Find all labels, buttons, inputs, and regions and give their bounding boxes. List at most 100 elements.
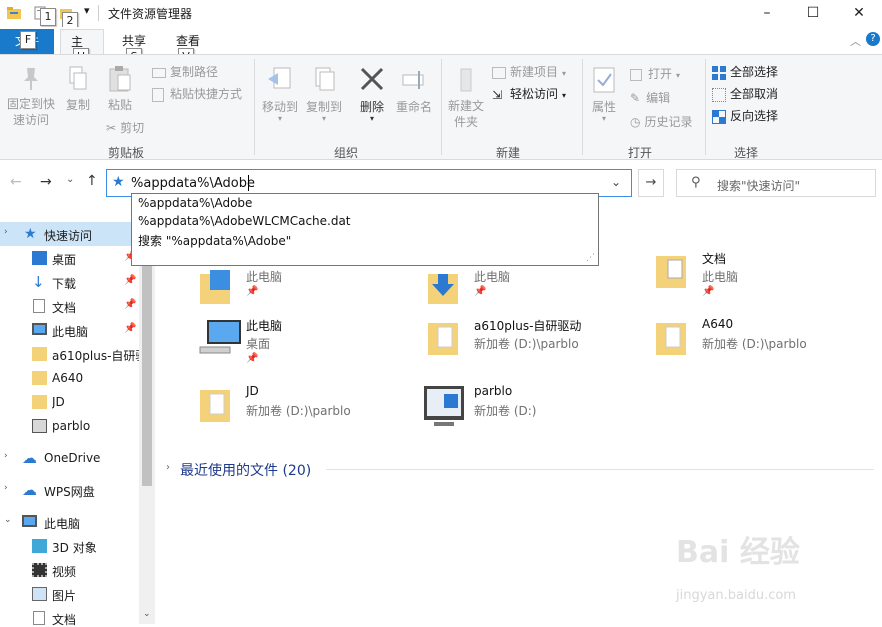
pin-icon: 📌 <box>702 286 715 297</box>
frequent-folder-a610plus[interactable]: a610plus-自研驱动 新加卷 (D:)\parblo <box>422 315 642 377</box>
navigation-scrollbar[interactable]: ︿ ⌄ <box>139 216 155 624</box>
forward-arrow-icon[interactable]: → <box>40 174 52 190</box>
paste-shortcut-button[interactable]: 粘贴快捷方式 <box>152 85 242 102</box>
sidebar-item-videos[interactable]: 视频 <box>0 558 140 582</box>
scrollbar-thumb[interactable] <box>142 230 152 486</box>
copy-button[interactable]: 复制 <box>62 65 94 113</box>
sidebar-item-parblo[interactable]: parblo <box>0 414 140 438</box>
sidebar-item-quick-access[interactable]: › ★ 快速访问 <box>0 222 140 246</box>
sidebar-item-label: 视频 <box>52 565 77 579</box>
scroll-down-icon[interactable]: ⌄ <box>143 609 151 619</box>
edit-button[interactable]: ✎ 编辑 <box>630 89 670 106</box>
sidebar-item-label: 桌面 <box>52 253 77 267</box>
expand-chevron-icon[interactable]: › <box>4 483 8 493</box>
select-none-button[interactable]: 全部取消 <box>712 85 778 102</box>
cut-button[interactable]: ✂ 剪切 <box>106 119 144 136</box>
sidebar-item-pictures[interactable]: 图片 <box>0 582 140 606</box>
rename-icon <box>402 71 424 89</box>
file-explorer-window: 1 2 ▾ 文件资源管理器 – ☐ ✕ 文件 F 主页 H 共享 S 查看 V … <box>0 0 882 627</box>
collapse-ribbon-icon[interactable]: ︿ <box>850 33 861 49</box>
suggestion-item[interactable]: %appdata%\Adobe <box>138 196 252 210</box>
back-arrow-icon[interactable]: ← <box>10 174 22 190</box>
recent-files-header[interactable]: 最近使用的文件 (20) <box>180 460 311 480</box>
close-button[interactable]: ✕ <box>836 0 882 27</box>
up-arrow-icon[interactable]: ↑ <box>86 173 98 189</box>
expand-recent-chevron-icon[interactable]: › <box>166 462 170 473</box>
qat-dropdown-icon[interactable]: ▾ <box>84 4 90 17</box>
title-separator <box>98 5 99 21</box>
history-button[interactable]: ◷ 历史记录 <box>630 113 693 130</box>
frequent-folder-parblo[interactable]: parblo 新加卷 (D:) <box>422 382 642 444</box>
paste-button[interactable]: 粘贴 <box>102 65 138 113</box>
help-icon[interactable]: ? <box>866 32 880 46</box>
sidebar-item-label: 此电脑 <box>52 325 89 339</box>
sidebar-item-label: 3D 对象 <box>52 541 97 555</box>
pin-quick-access-button[interactable]: 固定到快速访问 <box>4 65 58 128</box>
resize-grip-icon[interactable]: ⋰ <box>586 253 595 263</box>
group-label-select: 选择 <box>734 146 759 160</box>
copy-path-icon <box>152 67 166 78</box>
maximize-button[interactable]: ☐ <box>790 0 836 27</box>
sidebar-item-documents[interactable]: 文档 📌 <box>0 294 140 318</box>
sidebar-item-label: 文档 <box>52 301 77 315</box>
open-button[interactable]: 打开 ▾ <box>630 65 680 82</box>
sidebar-item-3d-objects[interactable]: 3D 对象 <box>0 534 140 558</box>
easy-access-button[interactable]: ⇲ 轻松访问 ▾ <box>492 85 566 102</box>
group-separator <box>705 59 706 155</box>
documents-folder-icon <box>656 256 686 288</box>
address-dropdown-chevron-icon[interactable]: ⌄ <box>611 175 621 189</box>
star-icon: ★ <box>24 226 37 242</box>
frequent-folder-documents[interactable]: 文档 此电脑 📌 <box>650 248 870 310</box>
group-label-new: 新建 <box>496 146 521 160</box>
address-input[interactable]: %appdata%\Adobe <box>131 176 255 191</box>
new-folder-button[interactable]: 新建文件夹 <box>444 65 488 130</box>
folder-icon <box>32 371 47 385</box>
copy-to-dropdown-icon: ▾ <box>321 114 326 123</box>
folder-icon <box>428 323 458 355</box>
pin-icon: 📌 <box>246 353 259 364</box>
recent-locations-chevron-icon[interactable]: ⌄ <box>66 174 74 185</box>
select-all-button[interactable]: 全部选择 <box>712 63 778 80</box>
sidebar-item-wps[interactable]: › ☁ WPS网盘 <box>0 478 140 502</box>
open-icon <box>630 68 642 81</box>
delete-button[interactable]: 删除 ▾ <box>354 65 390 123</box>
sidebar-item-a640[interactable]: A640 <box>0 366 140 390</box>
copy-to-button[interactable]: 复制到 ▾ <box>302 65 346 123</box>
sidebar-item-onedrive[interactable]: › ☁ OneDrive <box>0 446 140 470</box>
folder-icon <box>200 270 230 304</box>
edit-pencil-icon: ✎ <box>630 91 641 105</box>
sidebar-item-downloads[interactable]: ↓ 下载 📌 <box>0 270 140 294</box>
rename-button[interactable]: 重命名 <box>392 65 436 115</box>
copy-path-button[interactable]: 复制路径 <box>152 63 218 80</box>
invert-selection-button[interactable]: 反向选择 <box>712 107 778 124</box>
expand-chevron-icon[interactable]: › <box>4 227 8 237</box>
go-button[interactable]: → <box>638 169 664 197</box>
cloud-icon: ☁ <box>22 449 37 467</box>
sidebar-item-label: OneDrive <box>44 451 101 465</box>
group-separator <box>254 59 255 155</box>
suggestion-item[interactable]: %appdata%\AdobeWLCMCache.dat <box>138 214 351 228</box>
frequent-folder-this-pc[interactable]: 此电脑 桌面 📌 <box>194 315 414 377</box>
sidebar-item-desktop[interactable]: 桌面 📌 <box>0 246 140 270</box>
sidebar-item-jd[interactable]: JD <box>0 390 140 414</box>
expand-chevron-icon[interactable]: › <box>4 451 8 461</box>
frequent-folder-a640[interactable]: A640 新加卷 (D:)\parblo <box>650 315 870 377</box>
new-item-button[interactable]: 新建项目 ▾ <box>492 63 566 80</box>
minimize-button[interactable]: – <box>744 0 790 27</box>
copy-icon <box>69 66 87 90</box>
copy-to-label: 复制到 <box>305 100 342 114</box>
sidebar-item-this-pc-shortcut[interactable]: 此电脑 📌 <box>0 318 140 342</box>
copy-label: 复制 <box>65 98 90 112</box>
sidebar-item-a610plus[interactable]: a610plus-自研驱动 <box>0 342 140 366</box>
expand-chevron-icon[interactable]: ⌄ <box>4 515 12 525</box>
move-to-button[interactable]: 移动到 ▾ <box>258 65 302 123</box>
search-box[interactable]: ⚲ 搜索"快速访问" <box>676 169 876 197</box>
frequent-folder-jd[interactable]: JD 新加卷 (D:)\parblo <box>194 382 414 444</box>
folder-icon[interactable] <box>6 5 22 21</box>
sidebar-item-pc-documents[interactable]: 文档 <box>0 606 140 627</box>
suggestion-item[interactable]: 搜索 "%appdata%\Adobe" <box>138 232 291 249</box>
properties-button[interactable]: 属性 ▾ <box>586 65 622 123</box>
group-label-open: 打开 <box>628 146 653 160</box>
sidebar-item-this-pc[interactable]: ⌄ 此电脑 <box>0 510 140 534</box>
pin-icon <box>24 68 38 90</box>
